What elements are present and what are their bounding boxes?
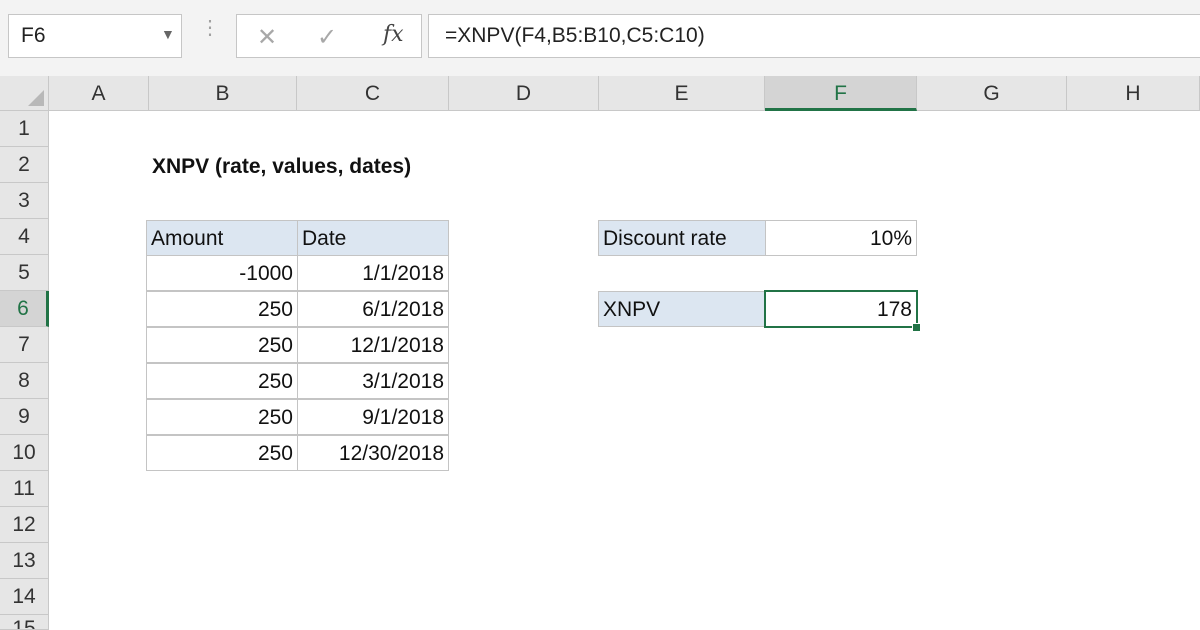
table-row-date[interactable]: 9/1/2018 [297, 399, 449, 435]
column-header-f[interactable]: F [765, 76, 917, 111]
chevron-down-icon[interactable]: ▼ [161, 26, 175, 42]
formula-text: =XNPV(F4,B5:B10,C5:C10) [445, 24, 705, 47]
column-header-a[interactable]: A [49, 76, 149, 111]
name-box-value: F6 [21, 24, 46, 47]
column-header-g[interactable]: G [917, 76, 1067, 111]
row-header-8[interactable]: 8 [0, 363, 49, 399]
table-row-amount[interactable]: 250 [146, 327, 298, 363]
column-header-d[interactable]: D [449, 76, 599, 111]
cancel-icon[interactable]: ✕ [257, 23, 277, 52]
column-header-c[interactable]: C [297, 76, 449, 111]
column-header-e[interactable]: E [599, 76, 765, 111]
table-row-date[interactable]: 6/1/2018 [297, 291, 449, 327]
table-row-date[interactable]: 1/1/2018 [297, 255, 449, 291]
select-all-triangle-icon [28, 90, 44, 106]
table-row-amount[interactable]: 250 [146, 363, 298, 399]
xnpv-label[interactable]: XNPV [598, 291, 766, 327]
xnpv-value-cell[interactable]: 178 [764, 290, 918, 328]
table-row-date[interactable]: 12/1/2018 [297, 327, 449, 363]
row-header-15[interactable]: 15 [0, 615, 49, 630]
row-header-10[interactable]: 10 [0, 435, 49, 471]
fill-handle[interactable] [912, 323, 921, 332]
row-header-6[interactable]: 6 [0, 291, 49, 327]
row-header-1[interactable]: 1 [0, 111, 49, 147]
row-header-14[interactable]: 14 [0, 579, 49, 615]
drag-handle-icon[interactable]: ⋮ [200, 18, 220, 38]
table-header-amount[interactable]: Amount [146, 220, 298, 256]
row-header-13[interactable]: 13 [0, 543, 49, 579]
row-header-2[interactable]: 2 [0, 147, 49, 183]
formula-input[interactable]: =XNPV(F4,B5:B10,C5:C10) [428, 14, 1200, 58]
column-header-b[interactable]: B [149, 76, 297, 111]
table-row-date[interactable]: 3/1/2018 [297, 363, 449, 399]
row-header-7[interactable]: 7 [0, 327, 49, 363]
confirm-icon[interactable]: ✓ [317, 23, 337, 52]
table-row-amount[interactable]: 250 [146, 399, 298, 435]
table-row-date[interactable]: 12/30/2018 [297, 435, 449, 471]
row-header-4[interactable]: 4 [0, 219, 49, 255]
sheet-title[interactable]: XNPV (rate, values, dates) [152, 149, 472, 185]
discount-rate-label[interactable]: Discount rate [598, 220, 766, 256]
column-header-h[interactable]: H [1067, 76, 1200, 111]
formula-buttons: ✕ ✓ fx [236, 14, 422, 58]
row-header-9[interactable]: 9 [0, 399, 49, 435]
insert-function-icon[interactable]: fx [383, 22, 404, 47]
discount-rate-value[interactable]: 10% [765, 220, 917, 256]
name-box[interactable]: F6 ▼ [8, 14, 182, 58]
table-row-amount[interactable]: 250 [146, 435, 298, 471]
row-header-3[interactable]: 3 [0, 183, 49, 219]
row-header-12[interactable]: 12 [0, 507, 49, 543]
table-row-amount[interactable]: -1000 [146, 255, 298, 291]
select-all-button[interactable] [0, 76, 49, 111]
table-header-date[interactable]: Date [297, 220, 449, 256]
table-row-amount[interactable]: 250 [146, 291, 298, 327]
formula-bar: F6 ▼ ⋮ ✕ ✓ fx =XNPV(F4,B5:B10,C5:C10) [0, 0, 1200, 76]
row-header-11[interactable]: 11 [0, 471, 49, 507]
row-header-5[interactable]: 5 [0, 255, 49, 291]
